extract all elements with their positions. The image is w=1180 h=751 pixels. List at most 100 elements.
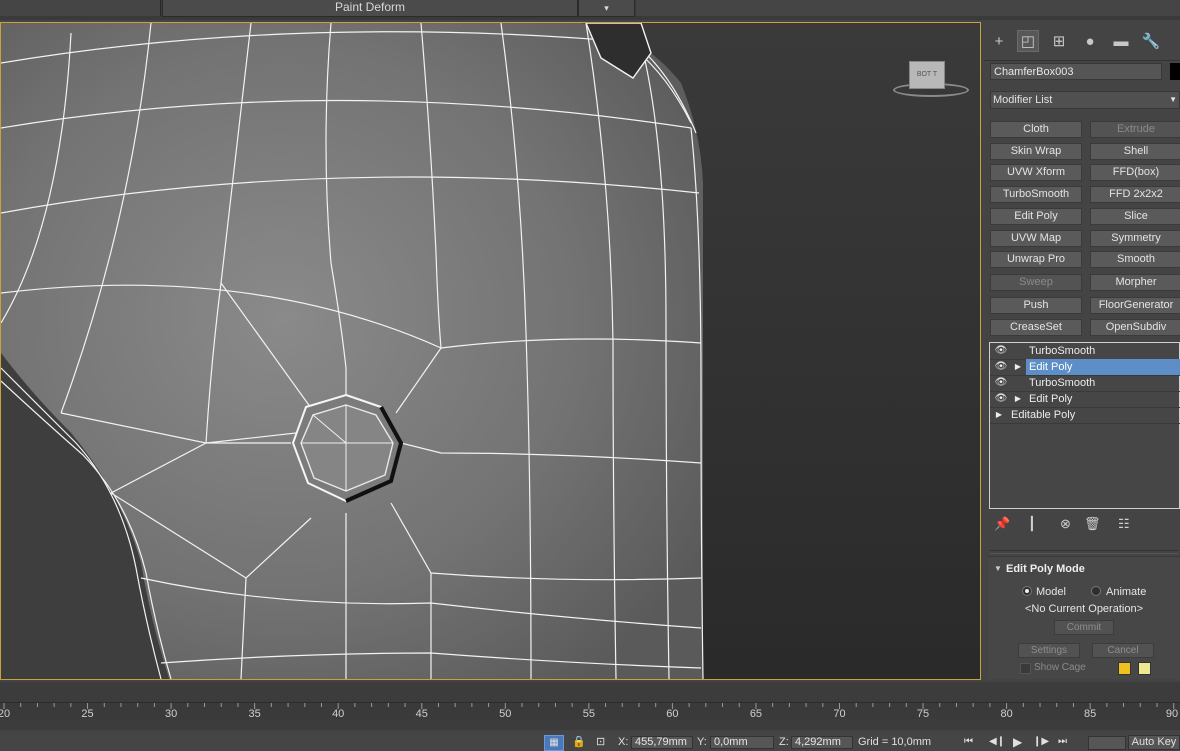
paint-deform-label: Paint Deform xyxy=(334,0,406,14)
lock-icon[interactable]: 🔒 xyxy=(572,735,586,748)
object-color-swatch[interactable] xyxy=(1170,63,1180,80)
commit-button[interactable]: Commit xyxy=(1054,620,1114,635)
configure-modifier-sets-icon[interactable]: ☷ xyxy=(1118,516,1130,532)
ruler-tick-label: 65 xyxy=(750,708,762,719)
viewcube-face[interactable]: BOT T xyxy=(909,61,945,89)
modifier-button-symmetry[interactable]: Symmetry xyxy=(1090,230,1180,247)
stack-item-turbosmooth[interactable]: 👁 TurboSmooth xyxy=(990,343,1180,360)
chevron-down-icon: ▾ xyxy=(604,3,609,13)
hierarchy-icon[interactable]: ⊞ xyxy=(1048,30,1070,52)
next-frame-icon[interactable]: ❙▶ xyxy=(1033,736,1049,747)
remove-modifier-icon[interactable]: 🗑 xyxy=(1084,516,1101,532)
modifier-button-ffd-2x2x2[interactable]: FFD 2x2x2 xyxy=(1090,186,1180,203)
ruler-ticks: 20 25 30 35 40 45 50 55 60 65 70 75 80 85 90 xyxy=(0,703,1178,720)
stack-item-edit-poly[interactable]: 👁 ▶ Edit Poly xyxy=(990,359,1180,376)
eye-icon[interactable]: 👁 xyxy=(994,359,1008,375)
stack-item-edit-poly[interactable]: 👁 ▶ Edit Poly xyxy=(990,391,1180,408)
z-coordinate-field[interactable]: 4,292mm xyxy=(791,736,853,749)
expand-triangle-icon[interactable]: ▶ xyxy=(1013,359,1023,375)
stack-item-label: TurboSmooth xyxy=(1029,377,1096,389)
modifier-list-dropdown[interactable]: Modifier List ▼ xyxy=(990,91,1180,109)
modify-icon[interactable]: ◰ xyxy=(1017,30,1039,52)
modifier-button-uvw-xform[interactable]: UVW Xform xyxy=(990,164,1082,181)
eye-icon[interactable]: 👁 xyxy=(994,343,1008,359)
previous-frame-icon[interactable]: ◀❙ xyxy=(989,736,1005,747)
cancel-button[interactable]: Cancel xyxy=(1092,643,1154,658)
top-toolbar: Paint Deform ▾ xyxy=(0,0,1180,20)
modifier-button-morpher[interactable]: Morpher xyxy=(1090,274,1180,291)
modify-glyph: ◰ xyxy=(1020,33,1036,50)
modifier-button-uvw-map[interactable]: UVW Map xyxy=(990,230,1082,247)
motion-icon[interactable]: ● xyxy=(1079,30,1101,52)
motion-glyph: ● xyxy=(1085,32,1095,50)
show-end-result-icon[interactable]: ┃ xyxy=(1028,516,1036,532)
modifier-button-creaseset[interactable]: CreaseSet xyxy=(990,319,1082,336)
dropdown-arrow-button[interactable]: ▾ xyxy=(578,0,635,17)
cage-color-swatch-2[interactable] xyxy=(1138,662,1151,675)
modifier-button-floorgenerator[interactable]: FloorGenerator xyxy=(1090,297,1180,314)
modifier-button-extrude[interactable]: Extrude xyxy=(1090,121,1180,138)
modifier-button-sweep[interactable]: Sweep xyxy=(990,274,1082,291)
stack-item-editable-poly[interactable]: ▶ Editable Poly xyxy=(990,407,1180,424)
ruler-tick-label: 80 xyxy=(1000,708,1012,719)
current-frame-field[interactable] xyxy=(1088,736,1126,750)
animate-radio[interactable] xyxy=(1091,586,1101,596)
viewcube-face-label: BOT xyxy=(916,71,932,78)
utilities-icon[interactable]: 🔧 xyxy=(1140,30,1162,52)
absolute-mode-icon[interactable]: ⊡ xyxy=(596,735,605,748)
modifier-button-opensubdiv[interactable]: OpenSubdiv xyxy=(1090,319,1180,336)
viewcube[interactable]: BOT T xyxy=(893,57,969,97)
model-radio[interactable] xyxy=(1022,586,1032,596)
play-icon[interactable]: ▶ xyxy=(1013,735,1022,749)
show-cage-checkbox[interactable] xyxy=(1020,663,1031,674)
modifier-button-turbosmooth[interactable]: TurboSmooth xyxy=(990,186,1082,203)
modifier-button-edit-poly[interactable]: Edit Poly xyxy=(990,208,1082,225)
stack-item-turbosmooth[interactable]: 👁 TurboSmooth xyxy=(990,375,1180,392)
modifier-stack[interactable]: 👁 TurboSmooth 👁 ▶ Edit Poly 👁 TurboSmooth 👁 ▶ Edi… xyxy=(989,342,1180,509)
command-panel: + ◰ ⊞ ● ▬ 🔧 ChamferBox003 Modifier List ▼… xyxy=(984,22,1180,679)
ruler-tick-label: 30 xyxy=(165,708,177,719)
ruler-tick-label: 85 xyxy=(1084,708,1096,719)
settings-button[interactable]: Settings xyxy=(1018,643,1080,658)
modifier-button-skin-wrap[interactable]: Skin Wrap xyxy=(990,143,1082,160)
x-coordinate-field[interactable]: 455,79mm xyxy=(631,736,693,749)
modifier-button-shell[interactable]: Shell xyxy=(1090,143,1180,160)
expand-triangle-icon[interactable]: ▶ xyxy=(994,407,1004,423)
stack-item-label: Editable Poly xyxy=(1011,409,1076,421)
timeline[interactable]: 20 25 30 35 40 45 50 55 60 65 70 75 80 85 90 xyxy=(0,682,1180,730)
modifier-button-push[interactable]: Push xyxy=(990,297,1082,314)
hierarchy-glyph: ⊞ xyxy=(1052,33,1066,50)
toolbar-left-segment xyxy=(0,0,161,16)
y-coordinate-field[interactable]: 0,0mm xyxy=(710,736,774,749)
paint-deform-dropdown[interactable]: Paint Deform xyxy=(162,0,578,17)
ruler-tick-label: 35 xyxy=(249,708,261,719)
ruler-tick-label: 45 xyxy=(416,708,428,719)
selection-mode-icon[interactable]: ▦ xyxy=(544,735,564,751)
auto-key-button[interactable]: Auto Key xyxy=(1128,735,1180,750)
modifier-button-ffd-box[interactable]: FFD(box) xyxy=(1090,164,1180,181)
modifier-button-smooth[interactable]: Smooth xyxy=(1090,251,1180,268)
display-icon[interactable]: ▬ xyxy=(1110,30,1132,52)
go-to-end-icon[interactable]: ⏭ xyxy=(1058,736,1067,747)
rollout-title[interactable]: Edit Poly Mode xyxy=(1006,563,1085,575)
make-unique-icon[interactable]: ⊗ xyxy=(1060,516,1071,532)
eye-icon[interactable]: 👁 xyxy=(994,375,1008,391)
expand-triangle-icon[interactable]: ▶ xyxy=(1013,391,1023,407)
create-icon[interactable]: + xyxy=(988,30,1010,52)
toolbar-right-segment xyxy=(636,0,1180,16)
cage-color-swatch-1[interactable] xyxy=(1118,662,1131,675)
viewcube-side-label: T xyxy=(932,71,938,78)
ruler-tick-label: 75 xyxy=(917,708,929,719)
animate-label: Animate xyxy=(1106,586,1147,598)
current-operation-text: <No Current Operation> xyxy=(1024,603,1143,615)
go-to-start-icon[interactable]: ⏮ xyxy=(964,736,973,747)
viewport[interactable]: BOT T xyxy=(0,22,981,680)
modifier-button-cloth[interactable]: Cloth xyxy=(990,121,1082,138)
rollout-collapse-icon[interactable]: ▼ xyxy=(994,564,1002,573)
time-ruler[interactable]: 20 25 30 35 40 45 50 55 60 65 70 75 80 85 90 xyxy=(0,702,1180,720)
pin-stack-icon[interactable]: 📌 xyxy=(994,516,1010,532)
modifier-button-unwrap-pro[interactable]: Unwrap Pro xyxy=(990,251,1082,268)
object-name-field[interactable]: ChamferBox003 xyxy=(990,63,1162,80)
eye-icon[interactable]: 👁 xyxy=(994,391,1008,407)
modifier-button-slice[interactable]: Slice xyxy=(1090,208,1180,225)
